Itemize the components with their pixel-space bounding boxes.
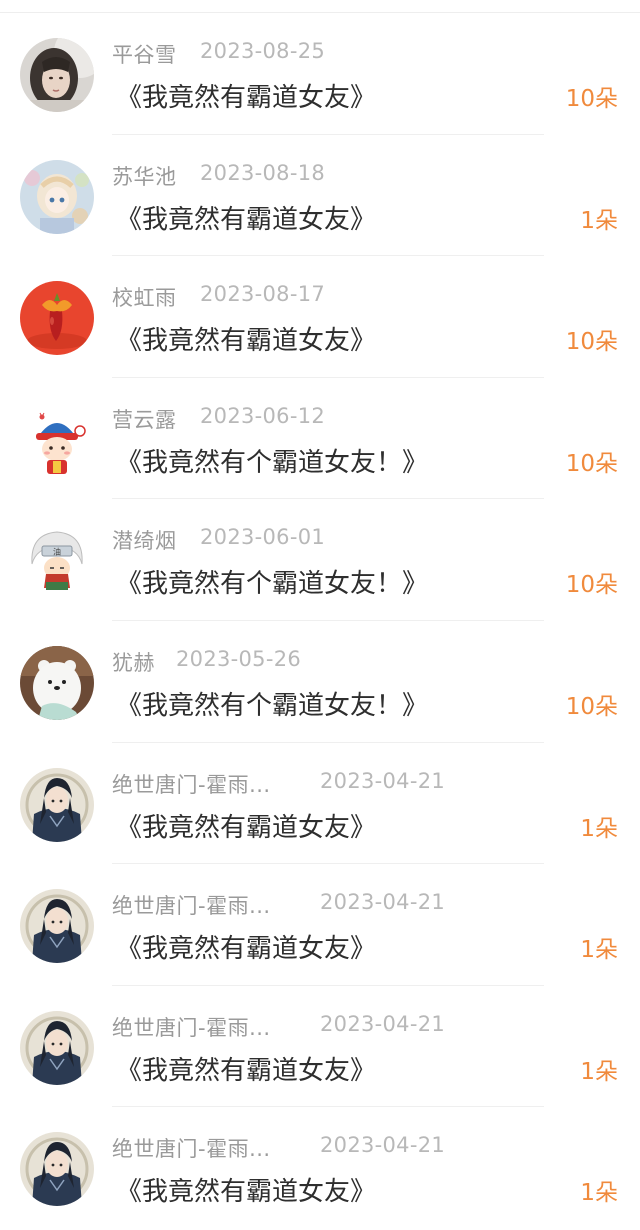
book-title[interactable]: 《我竟然有个霸道女友！》 xyxy=(116,442,428,479)
username[interactable]: 绝世唐门-霍雨... xyxy=(112,890,271,920)
red-fruit-avatar[interactable] xyxy=(20,281,94,356)
gift-row[interactable]: 绝世唐门-霍雨... 2023-04-21 《我竟然有霸道女友》 1朵 xyxy=(0,864,640,986)
book-title[interactable]: 《我竟然有霸道女友》 xyxy=(116,1050,376,1087)
gift-row[interactable]: 油 潜绮烟 2023-06-01 《我竟然有个霸道女友！》 10朵 xyxy=(0,499,640,621)
book-title[interactable]: 《我竟然有霸道女友》 xyxy=(116,320,376,357)
flower-count: 1朵 xyxy=(580,1180,618,1207)
username[interactable]: 校虹雨 xyxy=(112,282,177,312)
gift-date: 2023-08-17 xyxy=(200,282,326,307)
girl-photo-avatar[interactable] xyxy=(20,38,94,112)
gift-date: 2023-04-21 xyxy=(320,1011,446,1036)
gift-row[interactable]: 绝世唐门-霍雨... 2023-04-21 《我竟然有霸道女友》 1朵 xyxy=(0,986,640,1108)
gift-date: 2023-06-01 xyxy=(200,525,326,550)
flower-count: 10朵 xyxy=(565,693,618,720)
book-title[interactable]: 《我竟然有个霸道女友！》 xyxy=(116,685,428,722)
cartoon-sage-avatar[interactable]: 油 xyxy=(20,524,94,599)
gift-date: 2023-04-21 xyxy=(320,768,446,793)
cartoon-boy-avatar[interactable] xyxy=(20,402,94,477)
username[interactable]: 绝世唐门-霍雨... xyxy=(112,1133,271,1163)
username[interactable]: 营云露 xyxy=(112,404,177,434)
flower-count: 10朵 xyxy=(565,450,618,477)
username[interactable]: 犹赫 xyxy=(112,647,155,677)
gift-row[interactable]: 苏华池 2023-08-18 《我竟然有霸道女友》 1朵 xyxy=(0,135,640,257)
anime-warrior-avatar[interactable] xyxy=(20,767,94,842)
gift-row[interactable]: 营云露 2023-06-12 《我竟然有个霸道女友！》 10朵 xyxy=(0,378,640,500)
username[interactable]: 平谷雪 xyxy=(112,39,177,69)
gift-row[interactable]: 绝世唐门-霍雨... 2023-04-21 《我竟然有霸道女友》 1朵 xyxy=(0,1107,640,1229)
gift-date: 2023-05-26 xyxy=(176,646,302,671)
gift-date: 2023-08-25 xyxy=(200,39,326,63)
book-title[interactable]: 《我竟然有霸道女友》 xyxy=(116,1171,376,1208)
flower-count: 1朵 xyxy=(580,937,618,964)
anime-warrior-avatar[interactable] xyxy=(20,1132,94,1207)
flower-count: 10朵 xyxy=(565,86,618,112)
book-title[interactable]: 《我竟然有霸道女友》 xyxy=(116,199,376,236)
flower-count: 10朵 xyxy=(565,572,618,599)
username[interactable]: 绝世唐门-霍雨... xyxy=(112,769,271,799)
gift-date: 2023-04-21 xyxy=(320,1133,446,1158)
gift-row[interactable]: 校虹雨 2023-08-17 《我竟然有霸道女友》 10朵 xyxy=(0,256,640,378)
gift-date: 2023-06-12 xyxy=(200,403,326,428)
flower-count: 1朵 xyxy=(580,207,618,234)
book-title[interactable]: 《我竟然有霸道女友》 xyxy=(116,77,376,114)
username[interactable]: 苏华池 xyxy=(112,161,177,191)
flower-count: 1朵 xyxy=(580,1058,618,1085)
book-title[interactable]: 《我竟然有个霸道女友！》 xyxy=(116,563,428,600)
flower-count: 10朵 xyxy=(565,329,618,356)
username[interactable]: 潜绮烟 xyxy=(112,525,177,555)
username[interactable]: 绝世唐门-霍雨... xyxy=(112,1012,271,1042)
book-title[interactable]: 《我竟然有霸道女友》 xyxy=(116,928,376,965)
anime-warrior-avatar[interactable] xyxy=(20,1010,94,1085)
gift-row[interactable]: 平谷雪 2023-08-25 《我竟然有霸道女友》 10朵 xyxy=(0,13,640,135)
book-title[interactable]: 《我竟然有霸道女友》 xyxy=(116,807,376,844)
gift-row[interactable]: 犹赫 2023-05-26 《我竟然有个霸道女友！》 10朵 xyxy=(0,621,640,743)
svg-text:油: 油 xyxy=(53,547,61,557)
flower-count: 1朵 xyxy=(580,815,618,842)
gift-row[interactable]: 绝世唐门-霍雨... 2023-04-21 《我竟然有霸道女友》 1朵 xyxy=(0,743,640,865)
anime-girl-avatar[interactable] xyxy=(20,159,94,234)
anime-warrior-avatar[interactable] xyxy=(20,889,94,964)
gift-date: 2023-08-18 xyxy=(200,160,326,185)
gift-list: 平谷雪 2023-08-25 《我竟然有霸道女友》 10朵 苏华池 2023-0… xyxy=(0,13,640,1229)
white-bear-avatar[interactable] xyxy=(20,645,94,720)
gift-date: 2023-04-21 xyxy=(320,890,446,915)
